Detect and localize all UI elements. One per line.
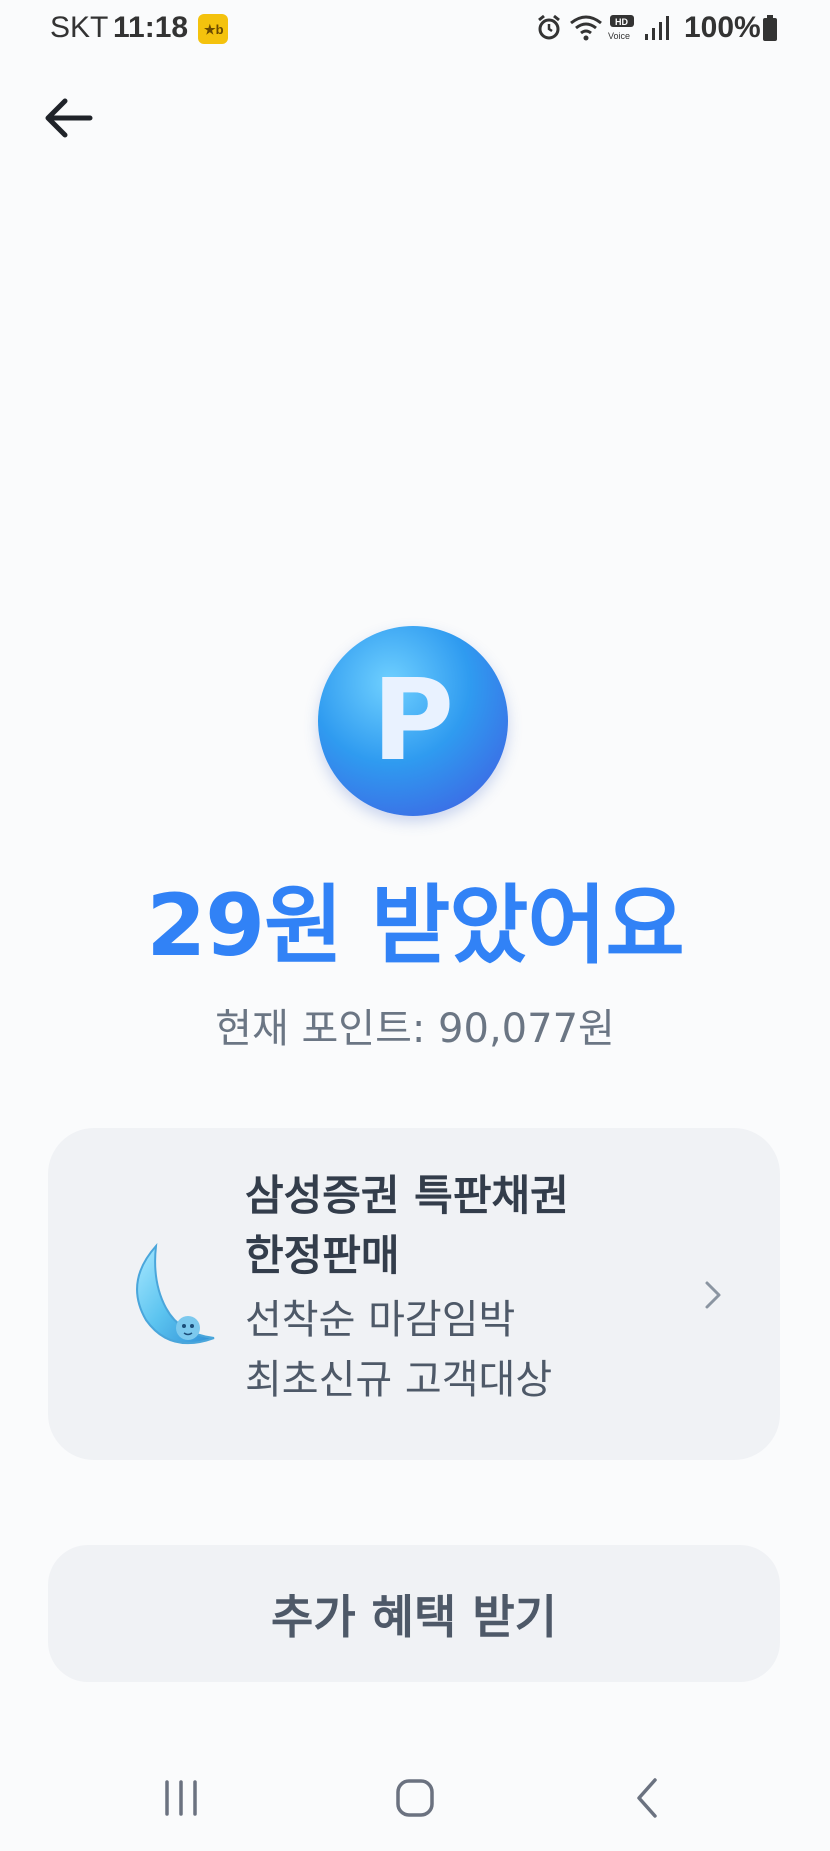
promo-card-samsung-bond[interactable]: 삼성증권 특판채권 한정판매 선착순 마감임박 최초신규 고객대상: [48, 1128, 780, 1460]
signal-icon: [643, 14, 671, 46]
point-coin-icon: P: [318, 626, 508, 816]
system-nav-bar: [0, 1740, 830, 1851]
home-button[interactable]: [375, 1768, 455, 1828]
hd-voice-icon: HD Voice: [607, 14, 637, 46]
battery-icon: [762, 15, 778, 45]
kb-pay-badge-icon: ★b: [198, 14, 228, 44]
alarm-icon: [536, 14, 562, 46]
moon-mascot-icon: [118, 1242, 238, 1352]
extra-benefit-button[interactable]: 추가 혜택 받기: [48, 1545, 780, 1682]
wifi-icon: [569, 14, 603, 46]
recent-apps-icon: [165, 1780, 197, 1816]
svg-text:★b: ★b: [204, 22, 224, 37]
clock-time: 11:18: [113, 11, 189, 44]
recent-apps-button[interactable]: [141, 1768, 221, 1828]
battery-level: 100%: [684, 11, 761, 44]
promo-title: 삼성증권 특판채권 한정판매: [245, 1171, 569, 1280]
back-icon: [637, 1778, 657, 1818]
promo-description: 선착순 마감임박 최초신규 고객대상: [245, 1297, 553, 1403]
back-button[interactable]: [38, 88, 98, 148]
arrow-left-icon: [45, 98, 93, 138]
reward-title: 29원 받았어요: [146, 876, 684, 976]
carrier-label: SKT: [50, 11, 109, 44]
svg-text:Voice: Voice: [608, 31, 630, 41]
home-icon: [396, 1779, 434, 1817]
status-bar: SKT 11:18 ★b HD Voice 100%: [0, 0, 830, 56]
chevron-right-icon: [698, 1278, 728, 1312]
promo-text: 삼성증권 특판채권 한정판매 선착순 마감임박 최초신규 고객대상: [245, 1166, 715, 1410]
coin-letter: P: [371, 656, 455, 786]
svg-text:HD: HD: [615, 17, 628, 27]
system-back-button[interactable]: [609, 1768, 689, 1828]
current-points-label: 현재 포인트: 90,077원: [215, 1006, 615, 1052]
